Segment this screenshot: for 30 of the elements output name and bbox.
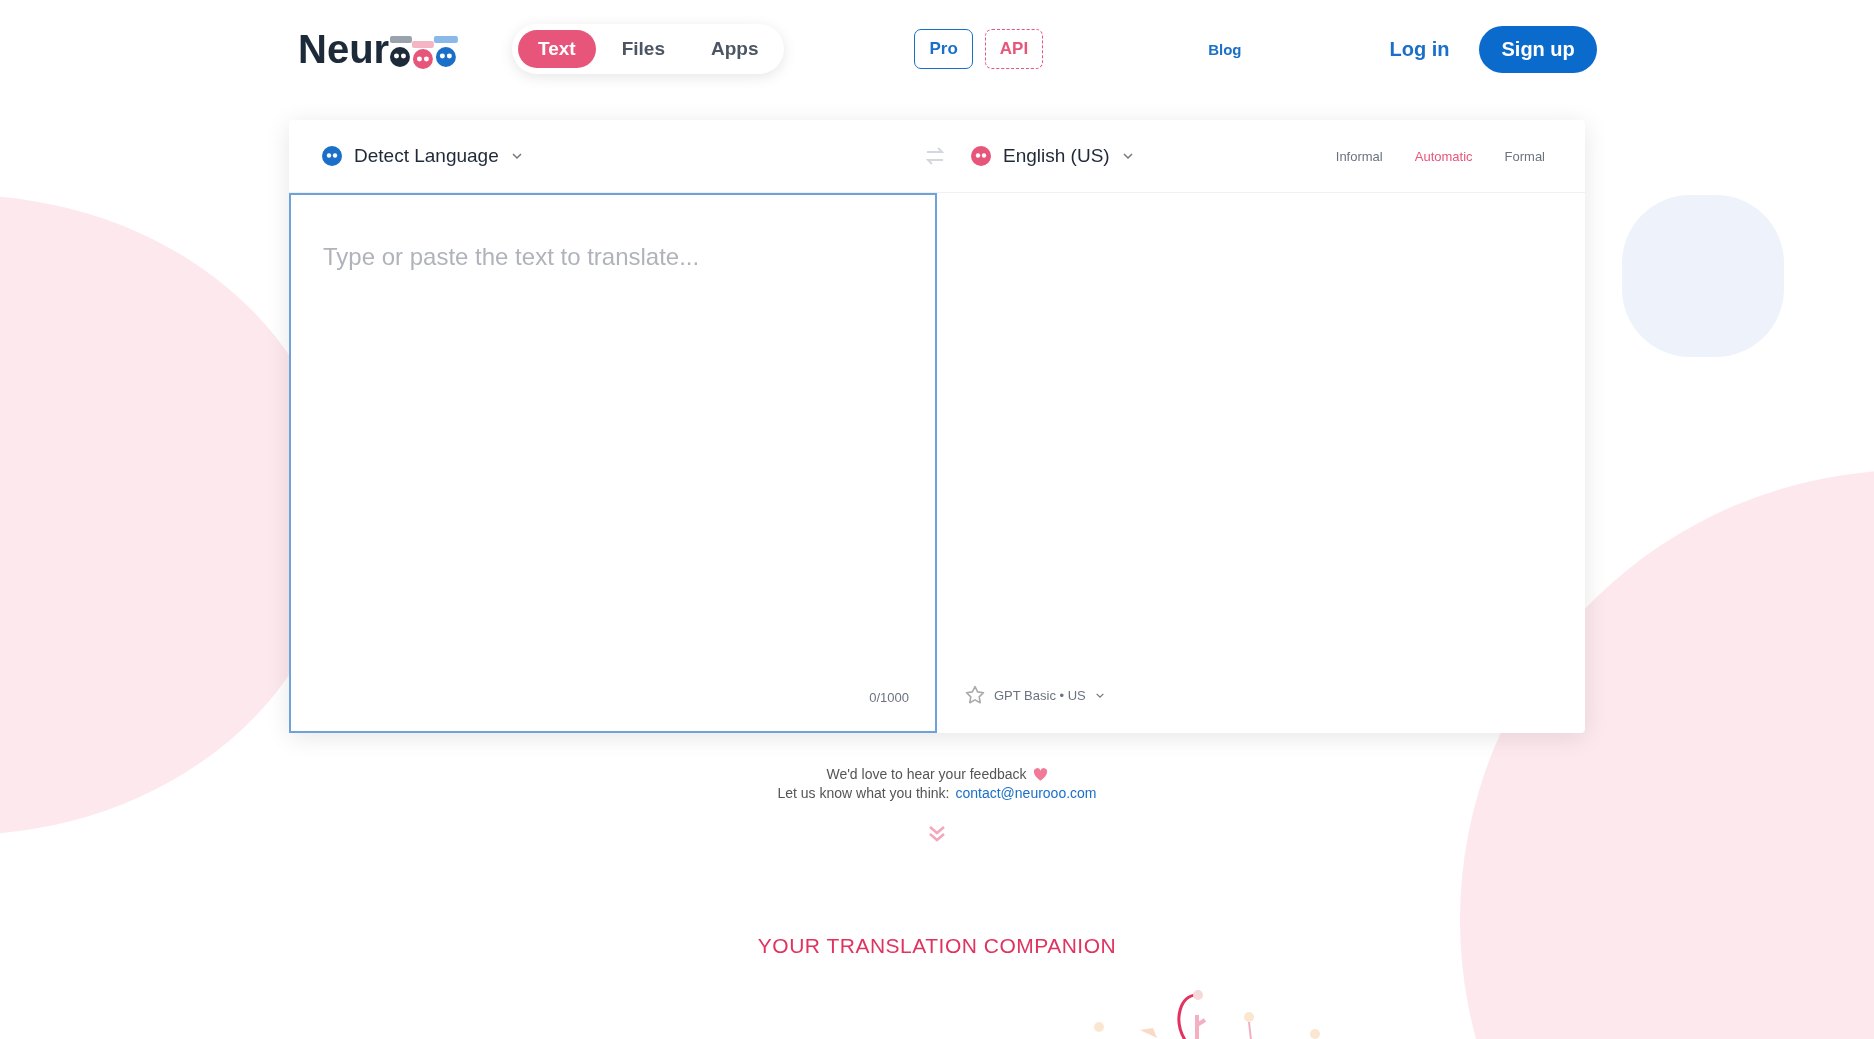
chevron-down-icon bbox=[1094, 691, 1105, 699]
feedback-text: Let us know what you think: bbox=[777, 785, 950, 801]
model-dropdown[interactable]: GPT Basic • US bbox=[965, 685, 1105, 705]
heart-icon bbox=[1032, 767, 1048, 781]
feedback-text: We'd love to hear your feedback bbox=[826, 766, 1027, 782]
logo-faces-drawing bbox=[388, 35, 460, 71]
character-count: 0/1000 bbox=[869, 690, 909, 705]
section-heading: YOUR TRANSLATION COMPANION bbox=[756, 934, 1118, 958]
signup-button[interactable]: Sign up bbox=[1479, 25, 1597, 73]
formality-option[interactable]: Formal bbox=[1504, 148, 1545, 164]
login-link[interactable]: Log in bbox=[1389, 37, 1450, 61]
email-link[interactable]: contact@neurooo.com bbox=[955, 785, 1097, 801]
formality-option[interactable]: Automatic bbox=[1414, 148, 1473, 164]
blog-link[interactable]: Blog bbox=[1208, 40, 1242, 58]
double-chevron-down-icon[interactable] bbox=[927, 824, 947, 844]
source-language-dropdown[interactable]: Detect Language bbox=[322, 145, 523, 167]
mode-tab[interactable]: Files bbox=[601, 30, 685, 68]
face-icon bbox=[322, 146, 342, 166]
face-icon bbox=[971, 146, 991, 166]
formality-option[interactable]: Informal bbox=[1335, 148, 1383, 164]
swap-arrows-icon[interactable] bbox=[925, 147, 945, 165]
star-icon bbox=[965, 685, 985, 705]
target-language-dropdown[interactable]: English (US) bbox=[971, 145, 1134, 167]
mode-tab[interactable]: Text bbox=[518, 30, 596, 68]
chevron-down-icon bbox=[510, 152, 523, 160]
chevron-down-icon bbox=[1121, 152, 1134, 160]
mode-tab[interactable]: Apps bbox=[691, 30, 779, 68]
api-button[interactable]: API bbox=[984, 29, 1044, 69]
pro-button[interactable]: Pro bbox=[914, 29, 973, 69]
logo-text: Neur bbox=[298, 29, 390, 69]
